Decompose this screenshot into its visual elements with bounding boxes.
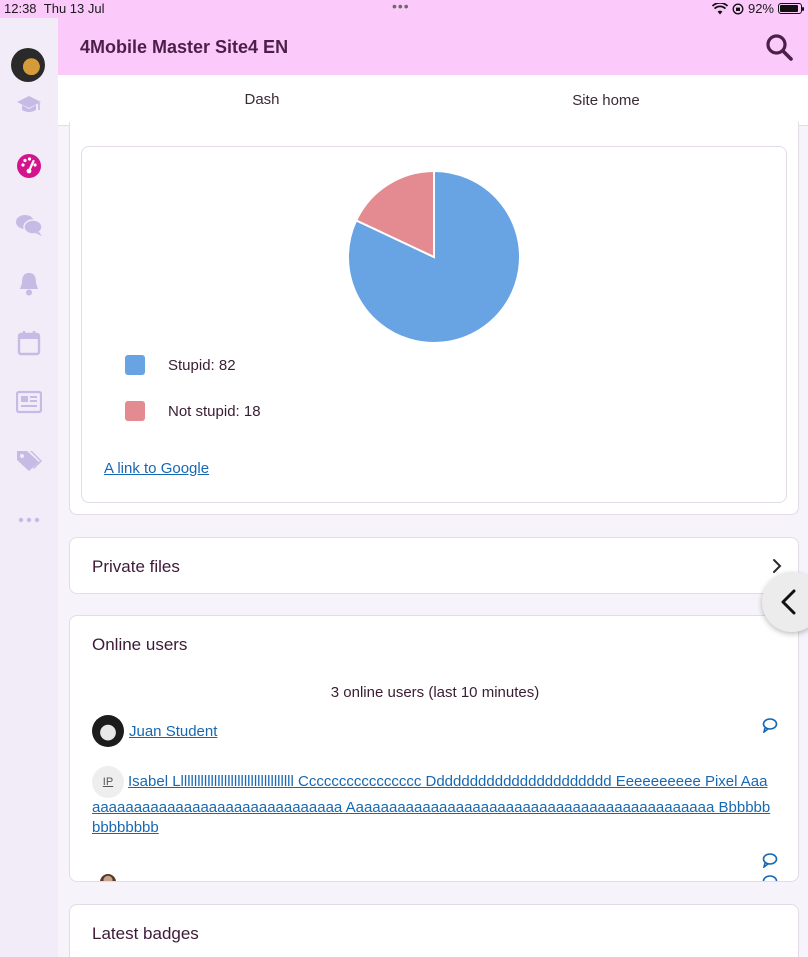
calendar-icon <box>17 331 41 356</box>
nav-tags[interactable] <box>14 446 44 476</box>
online-user-item: Juan Student <box>92 715 217 747</box>
user-avatar[interactable] <box>100 874 116 881</box>
tags-icon <box>17 451 42 471</box>
tab-site-home[interactable]: Site home <box>434 75 778 126</box>
legend-item-not-stupid: Not stupid: 18 <box>125 401 261 421</box>
main-tabs: Dash Site home <box>58 75 808 126</box>
legend-label-not-stupid: Not stupid: 18 <box>168 402 261 420</box>
dashboard-icon <box>17 154 41 178</box>
legend-swatch-not-stupid <box>125 401 145 421</box>
orientation-lock-icon <box>732 3 744 14</box>
online-user-item: IP Isabel Lllllllllllllllllllllllllllllll… <box>92 766 772 838</box>
private-files-title: Private files <box>92 557 180 576</box>
site-title: 4Mobile Master Site4 EN <box>80 37 289 57</box>
nav-more[interactable] <box>14 505 44 535</box>
multitasking-dots[interactable]: ••• <box>392 0 410 14</box>
graduation-cap-icon <box>17 96 41 112</box>
google-link[interactable]: A link to Google <box>104 460 209 477</box>
chart-block: Stupid: 82 Not stupid: 18 A link to Goog… <box>69 122 799 515</box>
side-navigation <box>0 18 58 957</box>
battery-icon <box>778 3 804 14</box>
nav-notifications[interactable] <box>14 269 44 299</box>
user-avatar[interactable] <box>92 715 124 747</box>
online-users-summary: 3 online users (last 10 minutes) <box>330 684 540 701</box>
status-bar: 12:38 Thu 13 Jul ••• 92% <box>0 0 808 18</box>
user-initials[interactable]: IP <box>92 766 124 798</box>
nav-my-courses[interactable] <box>14 90 44 120</box>
bell-icon <box>20 273 38 296</box>
status-clock: 12:38 <box>4 1 37 16</box>
avatar[interactable] <box>11 48 45 82</box>
legend-item-stupid: Stupid: 82 <box>125 355 236 375</box>
battery-percent: 92% <box>747 1 774 16</box>
wifi-icon <box>711 2 728 14</box>
search-icon <box>766 34 793 61</box>
search-button[interactable] <box>764 32 794 62</box>
status-time: 12:38 Thu 13 Jul <box>4 1 104 16</box>
message-icon[interactable] <box>762 852 778 868</box>
status-date: Thu 13 Jul <box>43 1 105 16</box>
nav-calendar[interactable] <box>14 328 44 358</box>
chevron-right-icon <box>773 559 782 573</box>
news-icon <box>16 390 42 414</box>
status-indicators: 92% <box>711 1 804 16</box>
latest-badges-block: Latest badges <box>69 904 799 957</box>
nav-site-news[interactable] <box>14 387 44 417</box>
online-users-title: Online users <box>92 635 188 654</box>
online-users-block: Online users 3 online users (last 10 min… <box>69 615 799 882</box>
message-icon[interactable] <box>762 717 778 733</box>
nav-messages[interactable] <box>14 210 44 240</box>
message-icon[interactable] <box>762 874 778 882</box>
legend-swatch-stupid <box>125 355 145 375</box>
app-header: 12:38 Thu 13 Jul ••• 92% 4Mobile Master … <box>0 0 808 75</box>
user-link-isabel[interactable]: Isabel Lllllllllllllllllllllllllllllllll… <box>92 773 770 836</box>
user-link-juan[interactable]: Juan Student <box>129 723 217 740</box>
nav-dashboard[interactable] <box>14 151 44 181</box>
tab-dash[interactable]: Dash <box>90 75 434 126</box>
latest-badges-title: Latest badges <box>92 924 199 943</box>
messages-icon <box>16 215 43 236</box>
pie-chart <box>347 169 521 344</box>
private-files-block[interactable]: Private files <box>69 537 799 594</box>
chevron-left-icon <box>781 589 796 615</box>
legend-label-stupid: Stupid: 82 <box>168 356 236 374</box>
chart-container: Stupid: 82 Not stupid: 18 A link to Goog… <box>81 146 787 503</box>
more-icon <box>18 517 40 523</box>
